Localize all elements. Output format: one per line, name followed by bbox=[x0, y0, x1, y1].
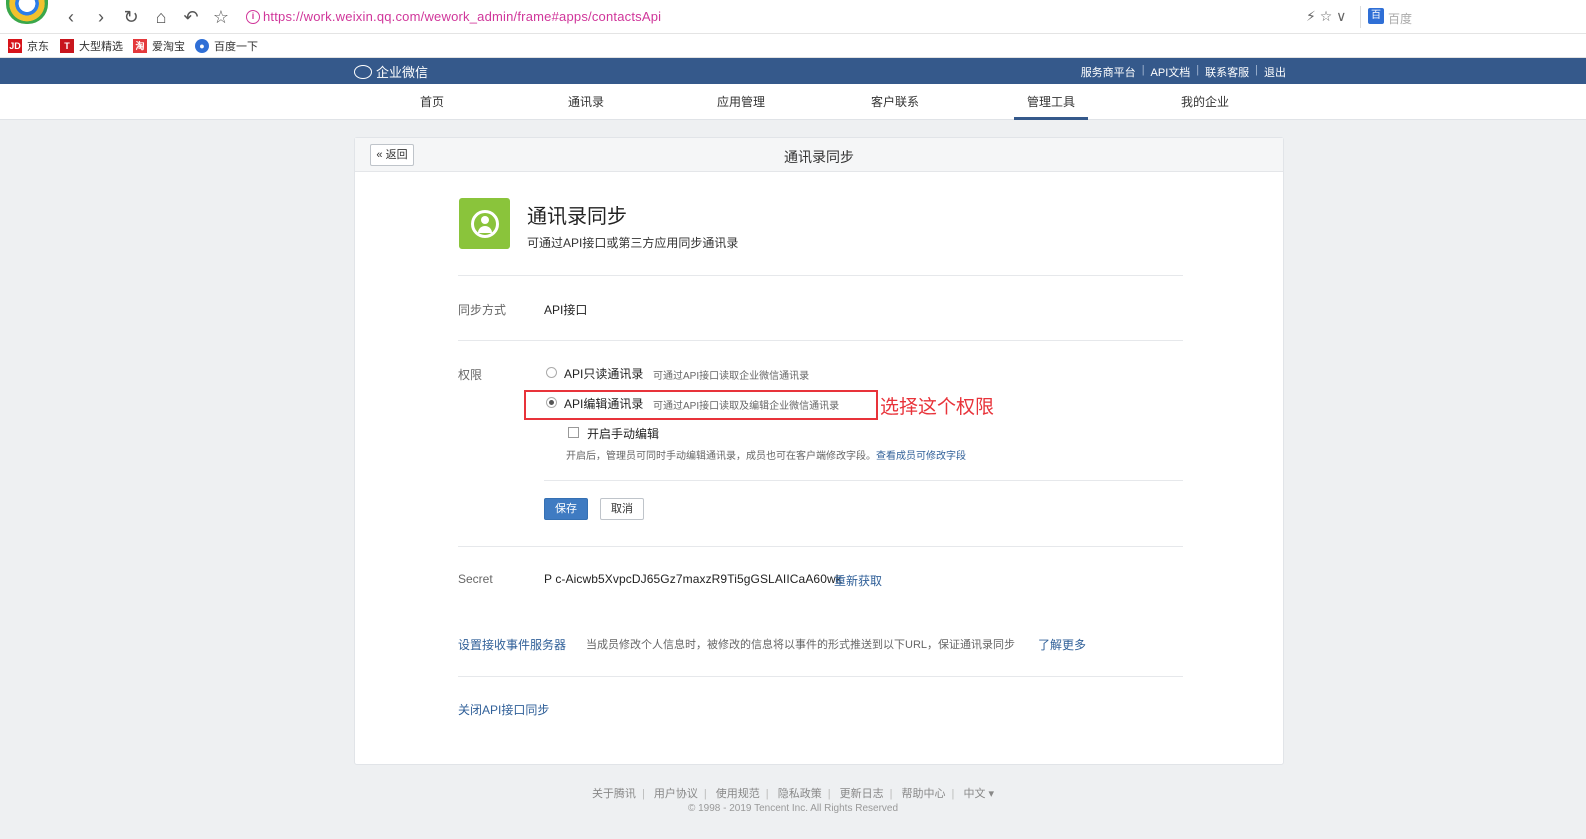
app-description: 可通过API接口或第三方应用同步通讯录 bbox=[527, 236, 739, 250]
tab-contacts[interactable]: 通讯录 bbox=[560, 84, 612, 120]
separator: | bbox=[1255, 64, 1258, 76]
copyright: © 1998 - 2019 Tencent Inc. All Rights Re… bbox=[687, 803, 899, 814]
search-input[interactable]: 百度 bbox=[1388, 10, 1412, 27]
toolbar-divider bbox=[1360, 6, 1361, 28]
secret-label: Secret bbox=[458, 572, 493, 586]
footer-changelog[interactable]: 更新日志 bbox=[840, 788, 884, 800]
sync-method-label: 同步方式 bbox=[458, 303, 507, 317]
card-header: « 返回 通讯录同步 bbox=[355, 138, 1283, 172]
tab-home[interactable]: 首页 bbox=[410, 84, 454, 120]
option-readonly-desc: 可通过API接口读取企业微信通讯录 bbox=[653, 371, 810, 382]
wecom-logo-icon bbox=[354, 64, 372, 79]
reload-icon[interactable]: ↻ bbox=[120, 6, 142, 28]
divider bbox=[458, 676, 1183, 677]
browser-toolbar: ‹ › ↻ ⌂ ↶ ☆ i https://work.weixin.qq.com… bbox=[0, 0, 1586, 34]
separator: | bbox=[765, 788, 769, 800]
cancel-button[interactable]: 取消 bbox=[600, 498, 644, 520]
address-bar[interactable]: https://work.weixin.qq.com/wework_admin/… bbox=[263, 9, 661, 24]
header-links: 服务商平台 | API文档 | 联系客服 | 退出 bbox=[1081, 64, 1286, 80]
save-button[interactable]: 保存 bbox=[544, 498, 588, 520]
view-editable-fields-link[interactable]: 查看成员可修改字段 bbox=[876, 451, 966, 462]
bookmark-baidu[interactable]: ● 百度一下 bbox=[195, 38, 258, 54]
tab-app-management[interactable]: 应用管理 bbox=[710, 84, 772, 120]
bookmark-label: 京东 bbox=[27, 41, 49, 53]
hint-text: 开启后，管理员可同时手动编辑通讯录，成员也可在客户端修改字段。 bbox=[566, 451, 876, 462]
separator: | bbox=[827, 788, 831, 800]
divider bbox=[458, 340, 1183, 341]
forward-icon[interactable]: › bbox=[90, 6, 112, 28]
footer-language-select[interactable]: 中文 ▾ bbox=[963, 788, 994, 800]
annotation-text: 选择这个权限 bbox=[880, 396, 995, 418]
bookmark-aitaobao[interactable]: 淘 爱淘宝 bbox=[133, 38, 185, 54]
event-server-desc: 当成员修改个人信息时，被修改的信息将以事件的形式推送到以下URL，保证通讯录同步 bbox=[586, 639, 1016, 651]
bookmark-label: 大型精选 bbox=[79, 41, 123, 53]
baidu-search-icon[interactable]: 百 bbox=[1368, 8, 1384, 24]
bookmark-jd[interactable]: JD 京东 bbox=[8, 38, 49, 54]
bookmark-tmall[interactable]: T 大型精选 bbox=[60, 38, 123, 54]
separator: | bbox=[641, 788, 645, 800]
separator: | bbox=[703, 788, 707, 800]
page-title: 通讯录同步 bbox=[784, 149, 854, 165]
footer-links: 关于腾讯 | 用户协议 | 使用规范 | 隐私政策 | 更新日志 | 帮助中心 | 中文 ▾ bbox=[0, 785, 1586, 801]
divider bbox=[458, 546, 1183, 547]
app-name: 通讯录同步 bbox=[527, 206, 627, 228]
permission-label: 权限 bbox=[458, 368, 483, 382]
address-tools[interactable]: ⚡ ☆ ∨ bbox=[1306, 8, 1346, 25]
footer-privacy[interactable]: 隐私政策 bbox=[778, 788, 822, 800]
back-icon[interactable]: ‹ bbox=[60, 6, 82, 28]
secret-value: P c-Aicwb5XvpcDJ65Gz7maxzR9Ti5gGSLAIICaA… bbox=[544, 572, 842, 586]
footer-usage-rules[interactable]: 使用规范 bbox=[716, 788, 760, 800]
manual-edit-label[interactable]: 开启手动编辑 bbox=[587, 425, 659, 442]
link-contact-support[interactable]: 联系客服 bbox=[1205, 64, 1249, 80]
option-readonly-label[interactable]: API只读通讯录 bbox=[564, 365, 643, 382]
separator: | bbox=[951, 788, 955, 800]
event-server-link[interactable]: 设置接收事件服务器 bbox=[458, 636, 566, 653]
brand-name: 企业微信 bbox=[376, 65, 429, 80]
radio-readonly[interactable] bbox=[546, 367, 557, 378]
brand-logo[interactable]: 企业微信 bbox=[354, 62, 428, 81]
close-api-sync-link[interactable]: 关闭API接口同步 bbox=[458, 701, 549, 718]
main-nav: 首页 通讯录 应用管理 客户联系 管理工具 我的企业 bbox=[0, 84, 1586, 120]
bookmark-star-icon[interactable]: ☆ bbox=[210, 6, 232, 28]
home-icon[interactable]: ⌂ bbox=[150, 6, 172, 28]
taobao-icon: 淘 bbox=[133, 39, 147, 53]
tab-customer-contact[interactable]: 客户联系 bbox=[864, 84, 926, 120]
separator: | bbox=[1141, 64, 1145, 76]
bookmark-label: 百度一下 bbox=[214, 41, 258, 53]
baidu-paw-icon: ● bbox=[195, 39, 209, 53]
footer-user-agreement[interactable]: 用户协议 bbox=[654, 788, 698, 800]
separator: | bbox=[1196, 64, 1200, 76]
undo-icon[interactable]: ↶ bbox=[180, 6, 202, 28]
tab-management-tools[interactable]: 管理工具 bbox=[1014, 84, 1088, 120]
link-provider-platform[interactable]: 服务商平台 bbox=[1081, 64, 1136, 80]
footer-about[interactable]: 关于腾讯 bbox=[592, 788, 636, 800]
annotation-highlight-box bbox=[524, 390, 878, 420]
link-logout[interactable]: 退出 bbox=[1264, 64, 1286, 80]
site-info-icon[interactable]: i bbox=[246, 10, 260, 24]
tab-my-enterprise[interactable]: 我的企业 bbox=[1174, 84, 1236, 120]
separator: | bbox=[889, 788, 893, 800]
manual-edit-checkbox[interactable] bbox=[568, 427, 579, 438]
footer-help[interactable]: 帮助中心 bbox=[902, 788, 946, 800]
refresh-secret-link[interactable]: 重新获取 bbox=[834, 572, 882, 589]
app-header: 企业微信 服务商平台 | API文档 | 联系客服 | 退出 bbox=[0, 58, 1586, 84]
contacts-sync-app-icon bbox=[459, 198, 510, 249]
sync-method-value: API接口 bbox=[544, 303, 588, 317]
tmall-icon: T bbox=[60, 39, 74, 53]
jd-icon: JD bbox=[8, 39, 22, 53]
learn-more-link[interactable]: 了解更多 bbox=[1038, 636, 1086, 653]
divider bbox=[458, 275, 1183, 276]
divider bbox=[544, 480, 1183, 481]
contacts-sync-card: « 返回 通讯录同步 通讯录同步 可通过API接口或第三方应用同步通讯录 同步方… bbox=[354, 137, 1284, 765]
bookmarks-bar: JD 京东 T 大型精选 淘 爱淘宝 ● 百度一下 bbox=[0, 34, 1586, 58]
bookmark-label: 爱淘宝 bbox=[152, 41, 185, 53]
browser-logo-icon bbox=[6, 0, 48, 24]
link-api-docs[interactable]: API文档 bbox=[1151, 64, 1191, 80]
manual-edit-hint: 开启后，管理员可同时手动编辑通讯录，成员也可在客户端修改字段。查看成员可修改字段 bbox=[566, 447, 966, 462]
